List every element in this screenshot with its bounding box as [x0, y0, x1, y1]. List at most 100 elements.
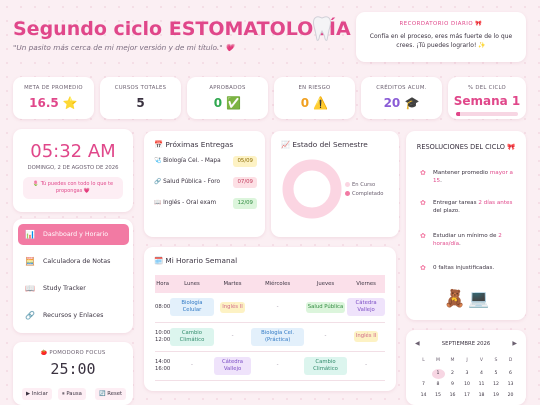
nav-item-study-tracker[interactable]: 📖 Study Tracker: [18, 278, 129, 299]
schedule-cell: -: [213, 322, 252, 352]
schedule-course: -: [365, 362, 368, 368]
stat-value: 0 ✅: [213, 96, 242, 110]
daily-reminder-text: Confía en el proceso, eres más fuerte de…: [369, 33, 513, 49]
calendar-day[interactable]: 7: [417, 380, 430, 390]
schedule-table: Hora Lunes Martes Miércoles Jueves Viernes 08…: [155, 275, 385, 381]
calendar-day[interactable]: 16: [446, 391, 459, 401]
table-row: 10:00 12:00 Cambio Climático - Biología Cel.…: [155, 322, 385, 352]
calendar-day[interactable]: 4: [475, 369, 488, 379]
calendar-next-icon[interactable]: ▶: [512, 340, 517, 347]
resolution-text: Mantener promedio mayor a 15.: [433, 170, 513, 184]
calendar-day[interactable]: 9: [446, 380, 459, 390]
nav-item-grade-calculator[interactable]: 🧮 Calculadora de Notas: [18, 251, 129, 272]
schedule-cell: Salud Pública: [303, 293, 348, 323]
calendar-day[interactable]: 5: [490, 369, 503, 379]
chart-icon: 📊: [25, 230, 35, 239]
schedule-header: Miércoles: [251, 275, 304, 293]
resolution-item: ✿ 0 faltas injustificadas.: [420, 264, 518, 272]
calendar-day[interactable]: 8: [432, 380, 445, 390]
calendar-weekday: M: [436, 358, 440, 363]
schedule-course[interactable]: Cambio Climático: [170, 327, 214, 346]
schedule-course[interactable]: Biología Celular: [170, 298, 214, 317]
calendar-day[interactable]: 12: [490, 380, 503, 390]
flower-icon: ✿: [420, 264, 426, 272]
calendar-weekday: L: [422, 358, 425, 363]
delivery-item[interactable]: 🩺 Biología Cel. - Mapa 05/09: [154, 155, 257, 168]
calendar-day[interactable]: 2: [446, 369, 459, 379]
calendar-day[interactable]: 10: [461, 380, 474, 390]
schedule-hour: 08:00: [155, 293, 171, 323]
weekly-schedule-card: 🗓️ Mi Horario Semanal Hora Lunes Martes Mié…: [144, 247, 396, 391]
delivery-icon: 🔗: [154, 179, 162, 185]
pomodoro-timer: 25:00: [50, 360, 96, 378]
pomodoro-reset-button[interactable]: 🔄 Reset: [95, 388, 127, 400]
resolutions-title: RESOLUCIONES DEL CICLO 🎀: [416, 143, 516, 151]
teddy-bear-icon: 🧸: [444, 289, 466, 309]
resolution-highlight: mayor a 15: [433, 170, 513, 184]
stat-card-average-goal: META DE PROMEDIO 16.5 ⭐: [13, 77, 94, 119]
calendar-day[interactable]: 19: [490, 391, 503, 401]
schedule-cell: Inglés II: [347, 322, 385, 352]
stat-value: Semana 1: [453, 94, 521, 108]
calendar-day[interactable]: 14: [417, 391, 430, 401]
deliveries-title: 📅 Próximas Entregas: [154, 140, 234, 149]
schedule-header: Martes: [213, 275, 252, 293]
calendar-day[interactable]: 1: [431, 369, 445, 379]
calendar-weekday: J: [466, 358, 468, 363]
schedule-title: 🗓️ Mi Horario Semanal: [154, 256, 238, 265]
clock-time: 05:32 AM: [30, 141, 116, 162]
stat-card-credits: CRÉDITOS ACUM. 20 🎓: [361, 77, 442, 119]
schedule-course[interactable]: Inglés II: [353, 331, 379, 342]
pomodoro-start-button[interactable]: ▶ Iniciar: [22, 388, 52, 400]
daily-reminder-label: RECORDATORIO DIARIO 🎀: [399, 21, 483, 27]
schedule-cell: Biología Cel. (Práctica): [251, 322, 304, 352]
flower-icon: ✿: [420, 199, 426, 207]
cycle-progress-bar: [456, 112, 518, 116]
schedule-cell: Cátedra Vallejo: [213, 351, 252, 381]
schedule-course: -: [190, 362, 193, 368]
schedule-course[interactable]: Biología Cel. (Práctica): [251, 327, 304, 346]
schedule-course[interactable]: Cátedra Vallejo: [347, 298, 385, 317]
laptop-icon: 💻: [468, 289, 490, 309]
schedule-cell: -: [251, 293, 304, 323]
pomodoro-title: 🍅 POMODORO FOCUS: [40, 350, 106, 356]
calendar-weekday: D: [508, 358, 513, 363]
schedule-hour: 10:00 12:00: [155, 322, 171, 352]
semester-title: 📈 Estado del Semestre: [281, 140, 368, 149]
stat-card-at-risk: EN RIESGO 0 ⚠️: [274, 77, 355, 119]
deliveries-card: 📅 Próximas Entregas 🩺 Biología Cel. - Ma…: [144, 131, 265, 237]
resolutions-card: RESOLUCIONES DEL CICLO 🎀 ✿ Mantener prome…: [406, 131, 526, 320]
pomodoro-pause-button[interactable]: ⏸ Pausa: [58, 388, 86, 400]
schedule-course[interactable]: Salud Pública: [305, 301, 346, 313]
calendar-day[interactable]: 13: [504, 380, 517, 390]
stat-label: CRÉDITOS ACUM.: [376, 85, 427, 91]
clock-date: DOMINGO, 2 DE AGOSTO DE 2026: [27, 165, 119, 171]
calendar-day[interactable]: 18: [475, 391, 488, 401]
calendar-day[interactable]: 6: [504, 369, 517, 379]
schedule-course: -: [324, 333, 327, 339]
schedule-course[interactable]: Cambio Climático: [303, 356, 348, 375]
nav-item-dashboard[interactable]: 📊 Dashboard y Horario: [18, 224, 129, 245]
schedule-course[interactable]: Cátedra Vallejo: [213, 356, 252, 375]
delivery-item[interactable]: 🔗 Salud Pública - Foro 07/09: [154, 176, 257, 189]
delivery-item[interactable]: 📖 Inglés - Oral exam 12/09: [154, 197, 257, 210]
calendar-weekday: S: [494, 358, 498, 363]
calendar-day[interactable]: 11: [475, 380, 488, 390]
calendar-day[interactable]: 20: [504, 391, 517, 401]
schedule-course[interactable]: Inglés II: [220, 301, 245, 313]
clock-card: 05:32 AM DOMINGO, 2 DE AGOSTO DE 2026 🌷 …: [13, 129, 133, 212]
page-title: Segundo ciclo ESTOMATOLOGÍA: [13, 18, 351, 40]
nav-item-resources[interactable]: 🔗 Recursos y Enlaces: [18, 305, 129, 326]
calendar-day[interactable]: 3: [461, 369, 474, 379]
schedule-header: Lunes: [170, 275, 214, 293]
schedule-header: Viernes: [347, 275, 385, 293]
stat-label: % DEL CICLO: [468, 85, 506, 91]
schedule-course: -: [276, 362, 279, 368]
calendar-day[interactable]: 17: [461, 391, 474, 401]
calendar-day[interactable]: 15: [432, 391, 445, 401]
flower-icon: ✿: [420, 169, 426, 177]
schedule-course: -: [276, 303, 279, 310]
table-row: 14:00 16:00 - Cátedra Vallejo - Cambio Climát…: [155, 351, 385, 381]
schedule-cell: Cambio Climático: [303, 351, 348, 381]
stat-card-cycle-progress: % DEL CICLO Semana 1: [448, 77, 526, 119]
